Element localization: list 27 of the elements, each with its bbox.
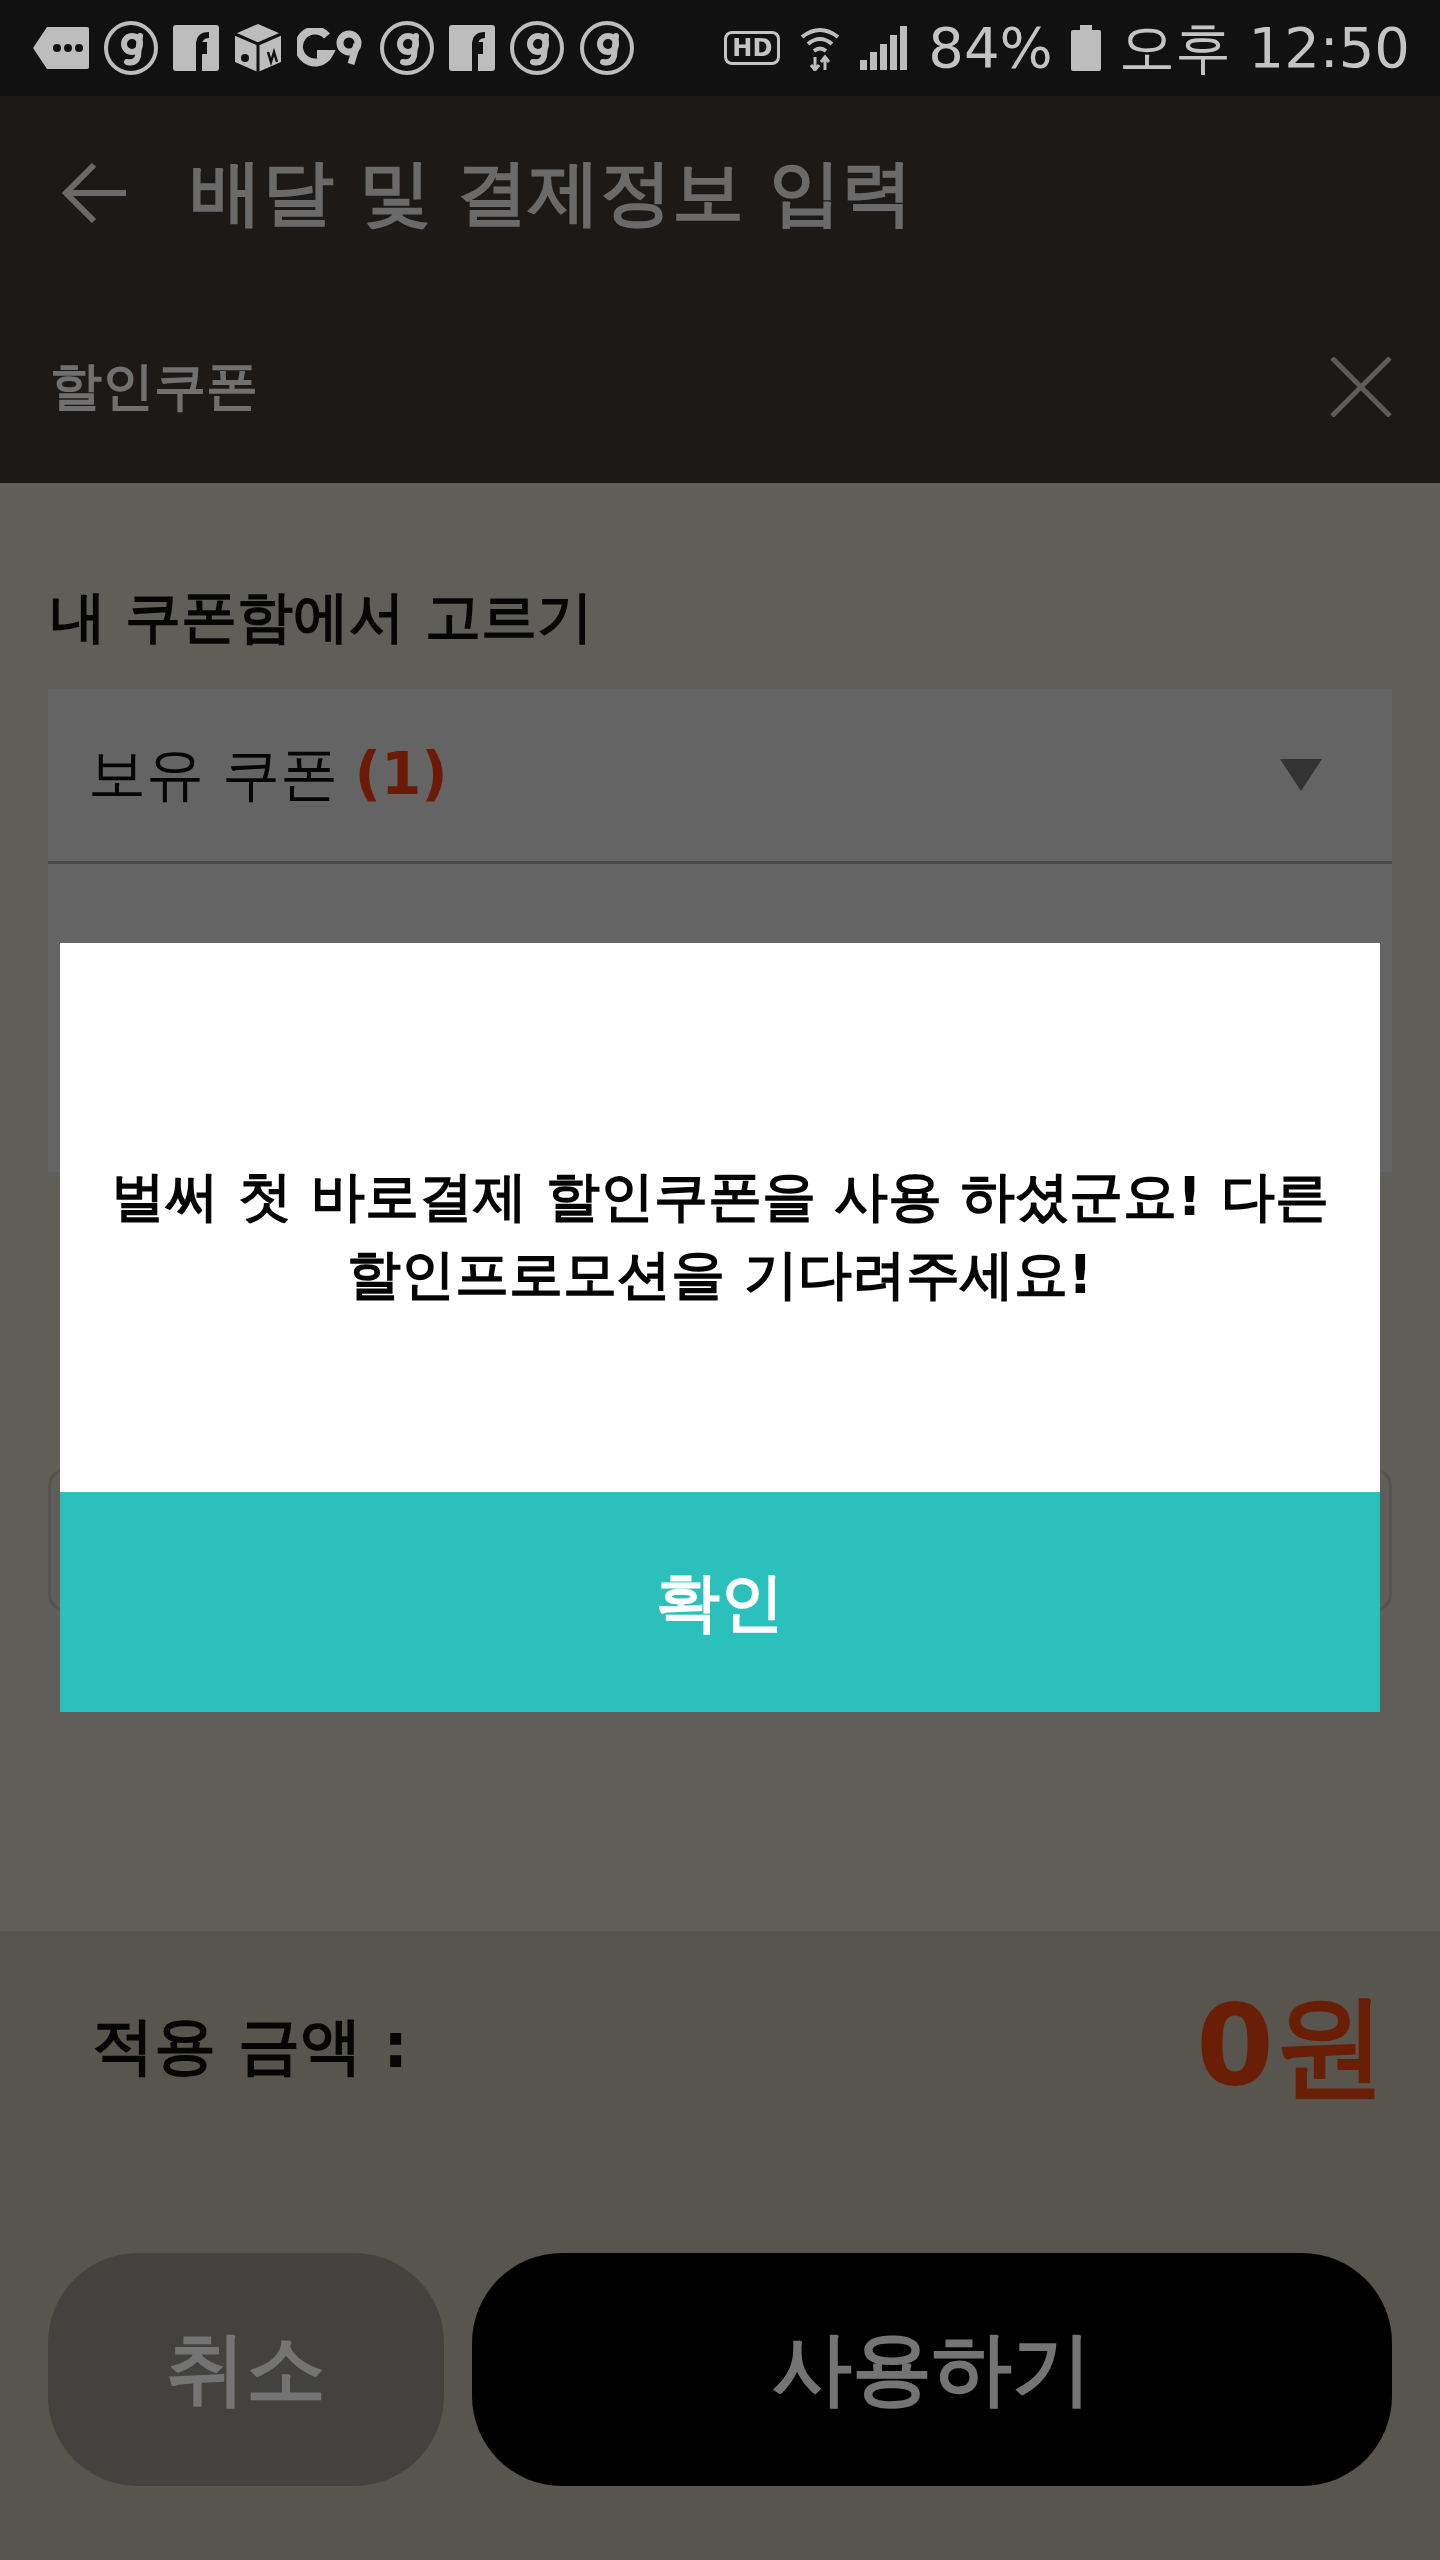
message-tag-icon xyxy=(33,27,89,69)
confirm-button[interactable]: 확인 xyxy=(60,1492,1380,1712)
circle-logo-icon xyxy=(103,20,159,76)
hd-indicator: HD xyxy=(724,31,781,65)
coupon-select-label: 보유 쿠폰 (1) xyxy=(88,739,448,810)
clock: 오후 12:50 xyxy=(1118,20,1410,76)
square-logo-icon xyxy=(449,25,495,71)
battery-percent: 84% xyxy=(928,20,1053,76)
cube-icon xyxy=(233,22,283,74)
coupon-select[interactable]: 보유 쿠폰 (1) xyxy=(48,689,1392,864)
use-button[interactable]: 사용하기 xyxy=(472,2253,1392,2486)
circle-logo-icon xyxy=(379,20,435,76)
page-title: 배달 및 결제정보 입력 xyxy=(190,149,914,236)
dropdown-triangle-icon xyxy=(1280,759,1322,791)
amount-label: 적용 금액 : xyxy=(92,2008,408,2084)
amount-value: 0원 xyxy=(1196,1978,1386,2112)
sheet-title: 할인쿠폰 xyxy=(50,354,258,418)
section-label: 내 쿠폰함에서 고르기 xyxy=(49,589,594,651)
back-button[interactable] xyxy=(62,162,128,224)
circle-logo-icon xyxy=(509,20,565,76)
back-arrow-icon xyxy=(62,162,128,224)
dialog-message: 벌써 첫 바로결제 할인쿠폰을 사용 하셨군요! 다른 할인프로모션을 기다려주세요! xyxy=(110,1163,1330,1308)
close-icon xyxy=(1330,356,1392,417)
battery-icon xyxy=(1070,25,1101,71)
circle-logo-icon xyxy=(579,20,635,76)
square-logo-icon xyxy=(173,25,219,71)
close-button[interactable] xyxy=(1330,356,1392,417)
